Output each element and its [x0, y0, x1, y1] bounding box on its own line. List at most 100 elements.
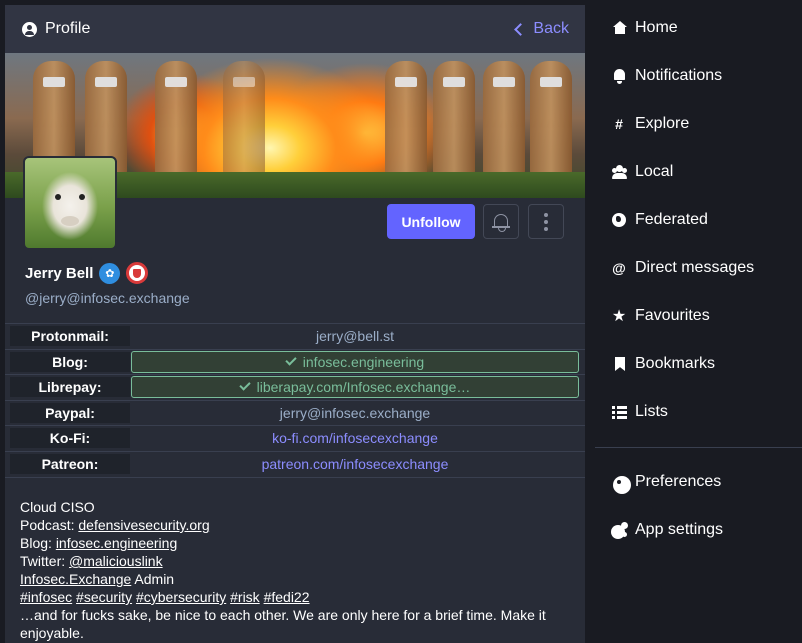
field-row: Blog: infosec.engineering	[5, 350, 585, 375]
nav-item-label: Federated	[635, 211, 708, 228]
field-value-link[interactable]: ko-fi.com/infosecexchange	[131, 427, 579, 449]
field-value-link[interactable]: liberapay.com/Infosec.exchange…	[257, 379, 471, 395]
avatar-eye	[79, 194, 85, 200]
field-value: jerry@bell.st	[315, 328, 394, 345]
nav-item-favourites[interactable]: Favourites	[595, 292, 802, 340]
nav-item-label: Preferences	[635, 473, 722, 490]
navigation-panel: Home Notifications # Explore Local Feder…	[595, 0, 802, 554]
nav-item-direct-messages[interactable]: @ Direct messages	[595, 244, 802, 292]
bio-label: Twitter:	[20, 553, 70, 569]
banner-portapotty	[433, 61, 475, 173]
nav-item-label: Favourites	[635, 307, 710, 324]
check-icon	[238, 379, 251, 391]
chevron-left-icon	[514, 22, 528, 36]
bio-label: Blog:	[20, 535, 56, 551]
nav-item-label: Home	[635, 19, 678, 36]
banner-portapotty	[155, 61, 197, 173]
profile-fields: Protonmail: jerry@bell.st Blog: infosec.…	[5, 323, 585, 477]
at-icon: @	[612, 260, 626, 276]
bio-line: Podcast: defensivesecurity.org	[20, 516, 570, 534]
column-header: Profile Back	[5, 5, 585, 53]
avatar-nose	[61, 216, 79, 226]
hashtag-link[interactable]: #fedi22	[264, 589, 310, 605]
banner-portapotty	[385, 61, 427, 173]
check-icon	[285, 354, 297, 366]
nav-divider	[595, 447, 802, 448]
bio-link[interactable]: Infosec.Exchange	[20, 571, 131, 587]
user-circle-icon	[22, 21, 37, 37]
field-name: Protonmail:	[10, 326, 130, 347]
field-name: Blog:	[10, 351, 130, 372]
field-row: Librepay: liberapay.com/Infosec.exchange…	[5, 375, 585, 401]
hashtag-link[interactable]: #infosec	[20, 589, 72, 605]
avatar-eye	[55, 194, 61, 200]
bio-text: Admin	[131, 571, 175, 587]
nav-item-label: Lists	[635, 403, 668, 420]
hashtag-link[interactable]: #cybersecurity	[136, 589, 226, 605]
field-value-link[interactable]: infosec.engineering	[303, 354, 424, 370]
star-icon	[611, 308, 627, 324]
nav-item-federated[interactable]: Federated	[595, 196, 802, 244]
nav-item-label: App settings	[635, 521, 724, 538]
gears-icon	[611, 522, 628, 539]
banner-portapotty	[483, 61, 525, 173]
hashtag-icon: #	[615, 116, 623, 132]
column-title-label: Profile	[45, 20, 91, 37]
gear-icon	[611, 474, 631, 494]
nav-item-app-settings[interactable]: App settings	[595, 506, 802, 554]
nav-item-home[interactable]: Home	[595, 4, 802, 52]
nav-item-label: Explore	[635, 115, 690, 132]
nav-item-label: Bookmarks	[635, 355, 716, 372]
field-row: Paypal: jerry@infosec.exchange	[5, 401, 585, 426]
list-icon	[611, 404, 627, 420]
nav-item-lists[interactable]: Lists	[595, 388, 802, 436]
field-row: Ko-Fi: ko-fi.com/infosecexchange	[5, 426, 585, 452]
field-name: Ko-Fi:	[10, 428, 130, 449]
column-title: Profile	[22, 20, 90, 38]
field-row: Patreon: patreon.com/infosecexchange	[5, 452, 585, 478]
field-name: Librepay:	[10, 377, 130, 398]
bell-icon	[492, 213, 510, 232]
nav-item-notifications[interactable]: Notifications	[595, 52, 802, 100]
field-row: Protonmail: jerry@bell.st	[5, 324, 585, 350]
more-options-button[interactable]	[528, 204, 564, 239]
nav-item-label: Local	[635, 163, 674, 180]
notify-button[interactable]	[483, 204, 519, 239]
bio-line: …and for fucks sake, be nice to each oth…	[20, 607, 546, 641]
hashtag-link[interactable]: #risk	[230, 589, 260, 605]
globe-icon	[612, 213, 626, 227]
bio-line: Cloud CISO	[20, 499, 95, 515]
nav-item-preferences[interactable]: Preferences	[595, 458, 802, 506]
unfollow-button[interactable]: Unfollow	[387, 204, 475, 239]
field-value-verified[interactable]: liberapay.com/Infosec.exchange…	[131, 376, 579, 399]
bio-link[interactable]: infosec.engineering	[56, 535, 177, 551]
bookmark-icon	[611, 356, 627, 372]
profile-bar: Unfollow	[5, 156, 585, 270]
field-name: Paypal:	[10, 402, 130, 423]
bio-link[interactable]: defensivesecurity.org	[78, 517, 209, 533]
users-icon	[611, 164, 627, 180]
field-value-link[interactable]: patreon.com/infosecexchange	[131, 453, 579, 475]
field-value: jerry@infosec.exchange	[279, 404, 431, 421]
account-handle[interactable]: @jerry@infosec.exchange	[25, 290, 565, 306]
nav-item-label: Notifications	[635, 67, 723, 84]
hashtag-link[interactable]: #security	[76, 589, 132, 605]
bio-mention-link[interactable]: @maliciouslink	[69, 553, 163, 569]
back-label: Back	[533, 20, 569, 37]
field-name: Patreon:	[10, 454, 130, 475]
ellipsis-vertical-icon	[544, 212, 548, 231]
app: Profile Back Unfollow Jerry Bell ✿ @jerr…	[0, 0, 802, 643]
bio-hashtags: #infosec #security #cybersecurity #risk …	[20, 588, 570, 606]
avatar[interactable]	[23, 156, 117, 250]
banner-portapotty	[530, 61, 572, 173]
nav-item-bookmarks[interactable]: Bookmarks	[595, 340, 802, 388]
bell-icon	[611, 68, 627, 84]
back-button[interactable]: Back	[513, 20, 569, 38]
field-value-verified[interactable]: infosec.engineering	[131, 350, 579, 373]
nav-item-local[interactable]: Local	[595, 148, 802, 196]
bio-line: Twitter: @maliciouslink	[20, 552, 570, 570]
profile-column: Profile Back Unfollow Jerry Bell ✿ @jerr…	[5, 5, 585, 643]
bio-line: Infosec.Exchange Admin	[20, 570, 570, 588]
nav-item-explore[interactable]: # Explore	[595, 100, 802, 148]
bio-label: Podcast:	[20, 517, 79, 533]
